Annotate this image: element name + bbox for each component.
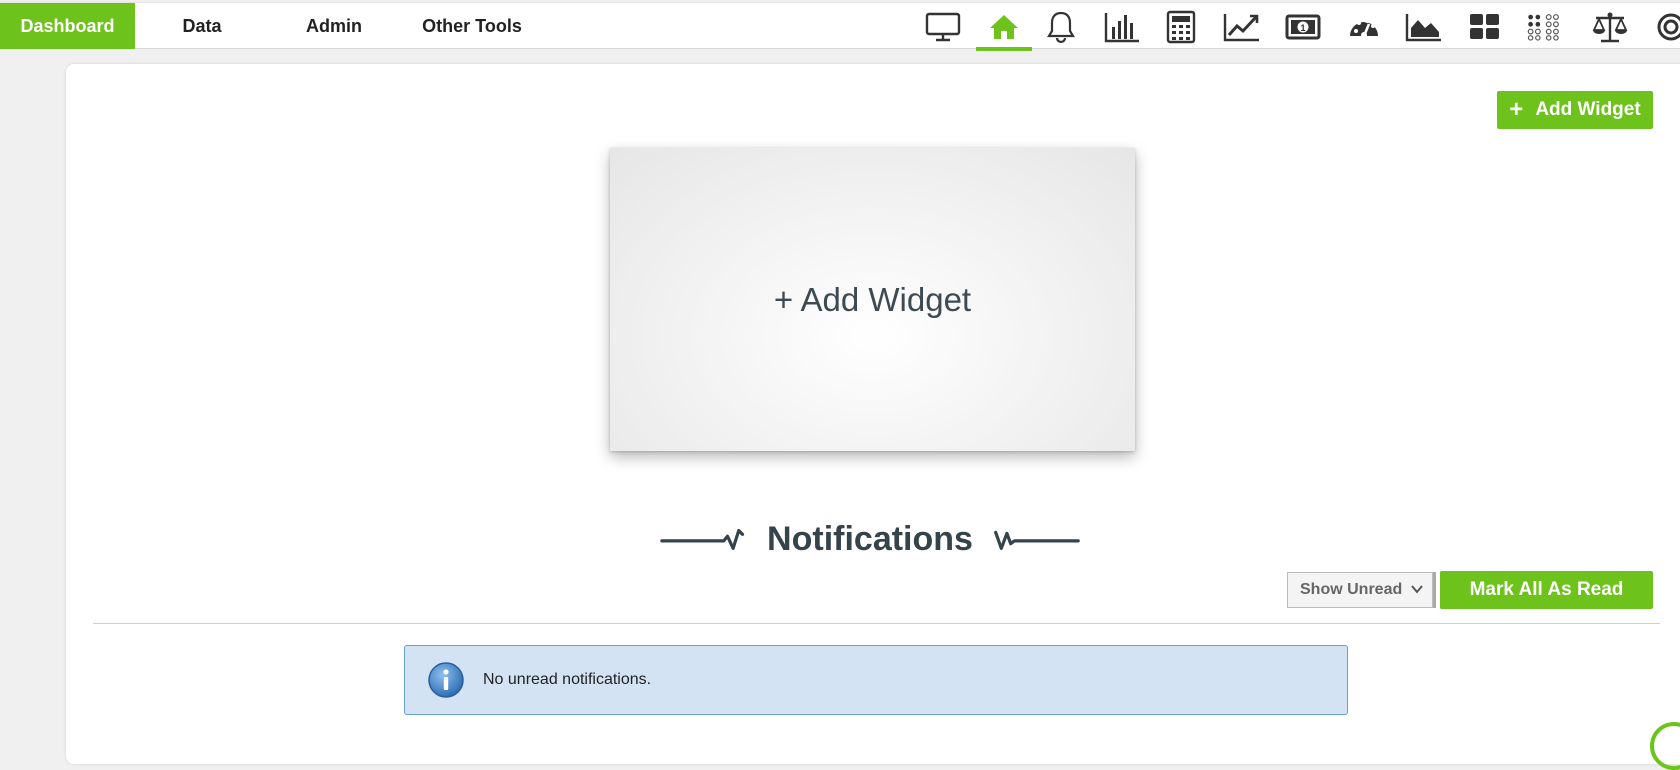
target-icon[interactable] [1652,9,1680,45]
heartbeat-right-icon [994,530,1080,550]
scale-icon[interactable] [1591,9,1629,45]
no-notifications-message: No unread notifications. [483,671,652,688]
calculator-icon[interactable] [1162,9,1200,45]
bar-chart-icon[interactable] [1103,9,1141,45]
notifications-heading: Notifications [660,515,1080,563]
filter-selected-value: Show Unread [1300,581,1403,598]
mark-all-as-read-button[interactable]: Mark All As Read [1440,571,1653,609]
no-notifications-alert: No unread notifications. [404,645,1348,715]
notifications-title: Notifications [767,519,973,558]
add-widget-placeholder-label: + Add Widget [773,280,972,318]
section-divider [93,623,1660,624]
tab-other-tools[interactable]: Other Tools [412,3,532,49]
grid-icon[interactable] [1466,9,1504,45]
heartbeat-left-icon [660,528,745,550]
notification-filter-select[interactable]: Show Unread [1287,572,1436,608]
top-navigation-bar: Dashboard Data Admin Other Tools 1 [0,2,1680,51]
area-chart-icon[interactable] [1405,9,1443,45]
bell-icon[interactable] [1042,9,1080,45]
add-widget-button[interactable]: + Add Widget [1497,91,1653,129]
monitor-icon[interactable] [924,9,962,45]
add-widget-placeholder[interactable]: + Add Widget [610,148,1135,451]
tab-admin[interactable]: Admin [287,3,381,49]
tab-data[interactable]: Data [155,3,249,49]
dots-icon[interactable] [1527,9,1565,45]
line-chart-icon[interactable] [1223,9,1261,45]
home-icon[interactable] [976,9,1032,51]
info-icon [428,662,464,698]
plus-icon: + [1509,96,1524,123]
chevron-down-icon [1411,585,1423,594]
tab-dashboard[interactable]: Dashboard [0,3,135,49]
add-widget-label: Add Widget [1535,99,1641,120]
money-icon[interactable]: 1 [1284,9,1322,45]
svg-text:1: 1 [1300,23,1305,33]
gauge-icon[interactable] [1345,9,1383,45]
select-edge [1433,572,1436,608]
